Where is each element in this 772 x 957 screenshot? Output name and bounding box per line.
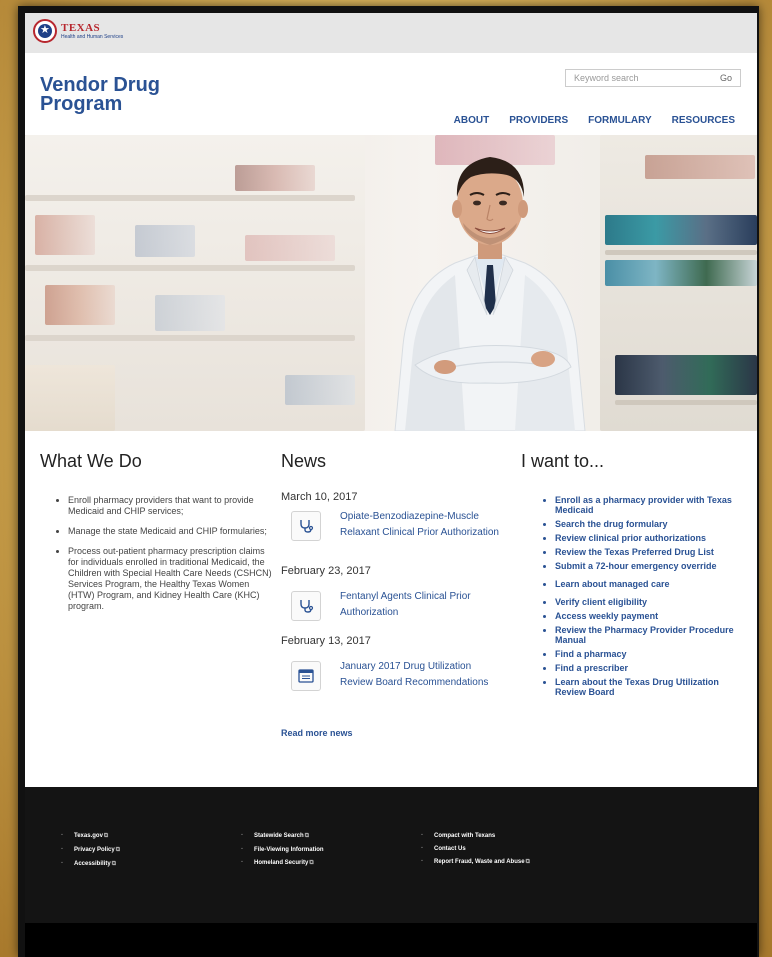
footer-link-item: Report Fraud, Waste and Abuse⧉ [421,858,530,866]
site-title-line2: Program [40,93,123,115]
external-link-icon: ⧉ [111,861,116,867]
list-item: Search the drug formulary [555,519,745,529]
pharmacist-illustration [375,135,605,431]
news-link[interactable]: Opiate-Benzodiazepine-Muscle Relaxant Cl… [340,509,500,541]
footer-column-3: Compact with Texans Contact Us Report Fr… [419,832,530,873]
hero-image-pharmacist [25,135,757,431]
stethoscope-icon[interactable] [291,591,321,621]
site-title[interactable]: Vendor Drug Program [40,75,160,115]
i-want-to-list: Enroll as a pharmacy provider with Texas… [521,495,745,701]
footer-link-item: Homeland Security⧉ [241,859,324,867]
external-link-icon: ⧉ [103,833,109,839]
list-item: Submit a 72-hour emergency override [555,561,745,571]
i-want-to-link[interactable]: Review the Texas Preferred Drug List [555,547,714,557]
i-want-to-link[interactable]: Enroll as a pharmacy provider with Texas… [555,495,732,515]
footer-link-item: Compact with Texans [421,832,530,839]
external-link-icon: ⧉ [304,833,309,839]
external-link-icon: ⧉ [309,860,314,866]
site-header: Vendor Drug Program Go ABOUT PROVIDERS F… [25,53,757,135]
list-item: Access weekly payment [555,611,745,621]
footer-link-report-fraud[interactable]: Report Fraud, Waste and Abuse [434,859,525,865]
footer-link-item: Accessibility⧉ [61,860,120,868]
i-want-to-link[interactable]: Learn about the Texas Drug Utilization R… [555,677,719,697]
external-link-icon: ⧉ [525,859,530,865]
nav-providers[interactable]: PROVIDERS [509,115,568,126]
i-want-to-link[interactable]: Submit a 72-hour emergency override [555,561,717,571]
what-we-do-list: Enroll pharmacy providers that want to p… [40,495,273,621]
logo-text-texas: TEXAS [61,21,101,34]
hhs-logo[interactable]: TEXAS Health and Human Services [33,19,123,43]
search-box: Go [565,69,741,87]
external-link-icon: ⧉ [115,847,120,853]
keyword-search-input[interactable] [566,73,712,83]
list-item: Enroll as a pharmacy provider with Texas… [555,495,745,515]
browser-frame: TEXAS Health and Human Services Vendor D… [18,6,759,957]
news-link[interactable]: January 2017 Drug Utilization Review Boa… [340,659,500,691]
footer-link-contact[interactable]: Contact Us [434,846,466,852]
news-date: February 13, 2017 [281,635,371,647]
footer-link-compact[interactable]: Compact with Texans [434,833,495,839]
footer-link-statewide-search[interactable]: Statewide Search [254,833,304,839]
stethoscope-icon[interactable] [291,511,321,541]
i-want-to-link[interactable]: Verify client eligibility [555,597,647,607]
read-more-news-link[interactable]: Read more news [281,728,353,738]
news-heading: News [281,451,327,471]
list-item: Verify client eligibility [555,597,745,607]
footer-link-item: Privacy Policy⧉ [61,846,120,854]
footer-link-privacy[interactable]: Privacy Policy [74,847,115,853]
list-item: Find a pharmacy [555,649,745,659]
list-item: Review the Texas Preferred Drug List [555,547,745,557]
document-icon[interactable] [291,661,321,691]
footer-link-homeland-security[interactable]: Homeland Security [254,860,308,866]
what-we-do-item: Enroll pharmacy providers that want to p… [68,495,273,517]
footer-link-file-viewing[interactable]: File-Viewing Information [254,847,324,853]
news-date: March 10, 2017 [281,491,358,503]
main-content: What We Do Enroll pharmacy providers tha… [25,431,757,786]
top-bar: TEXAS Health and Human Services [25,13,757,53]
i-want-to-link[interactable]: Find a prescriber [555,663,628,673]
footer-link-accessibility[interactable]: Accessibility [74,861,111,867]
footer-link-item: Statewide Search⧉ [241,832,324,840]
nav-resources[interactable]: RESOURCES [672,115,735,126]
footer-bottom-bar [25,923,757,957]
webpage: TEXAS Health and Human Services Vendor D… [25,13,757,957]
list-item: Review the Pharmacy Provider Procedure M… [555,625,745,645]
news-date: February 23, 2017 [281,565,371,577]
logo-text-hhs: Health and Human Services [61,33,124,40]
list-item: Review clinical prior authorizations [555,533,745,543]
site-footer: Texas.gov⧉ Privacy Policy⧉ Accessibility… [25,787,757,923]
i-want-to-link[interactable]: Review the Pharmacy Provider Procedure M… [555,625,734,645]
news-link[interactable]: Fentanyl Agents Clinical Prior Authoriza… [340,589,500,621]
i-want-to-heading: I want to... [521,451,605,471]
nav-about[interactable]: ABOUT [454,115,490,126]
search-go-button[interactable]: Go [712,73,740,83]
footer-link-item: Texas.gov⧉ [61,832,120,840]
list-item: Learn about the Texas Drug Utilization R… [555,677,745,697]
footer-column-2: Statewide Search⧉ File-Viewing Informati… [239,832,324,874]
footer-link-item: Contact Us [421,845,530,852]
i-want-to-link[interactable]: Find a pharmacy [555,649,627,659]
what-we-do-heading: What We Do [40,451,142,471]
list-item: Find a prescriber [555,663,745,673]
texas-seal-icon [33,19,57,43]
footer-link-texas-gov[interactable]: Texas.gov [74,833,103,839]
what-we-do-item: Manage the state Medicaid and CHIP formu… [68,526,273,537]
footer-link-item: File-Viewing Information [241,846,324,853]
nav-formulary[interactable]: FORMULARY [588,115,652,126]
i-want-to-link[interactable]: Learn about managed care [555,579,670,589]
i-want-to-link[interactable]: Access weekly payment [555,611,658,621]
footer-column-1: Texas.gov⧉ Privacy Policy⧉ Accessibility… [59,832,120,875]
i-want-to-link[interactable]: Search the drug formulary [555,519,668,529]
i-want-to-link[interactable]: Review clinical prior authorizations [555,533,706,543]
main-nav: ABOUT PROVIDERS FORMULARY RESOURCES [454,115,735,126]
list-item: Learn about managed care [555,579,745,589]
what-we-do-item: Process out-patient pharmacy prescriptio… [68,546,273,612]
